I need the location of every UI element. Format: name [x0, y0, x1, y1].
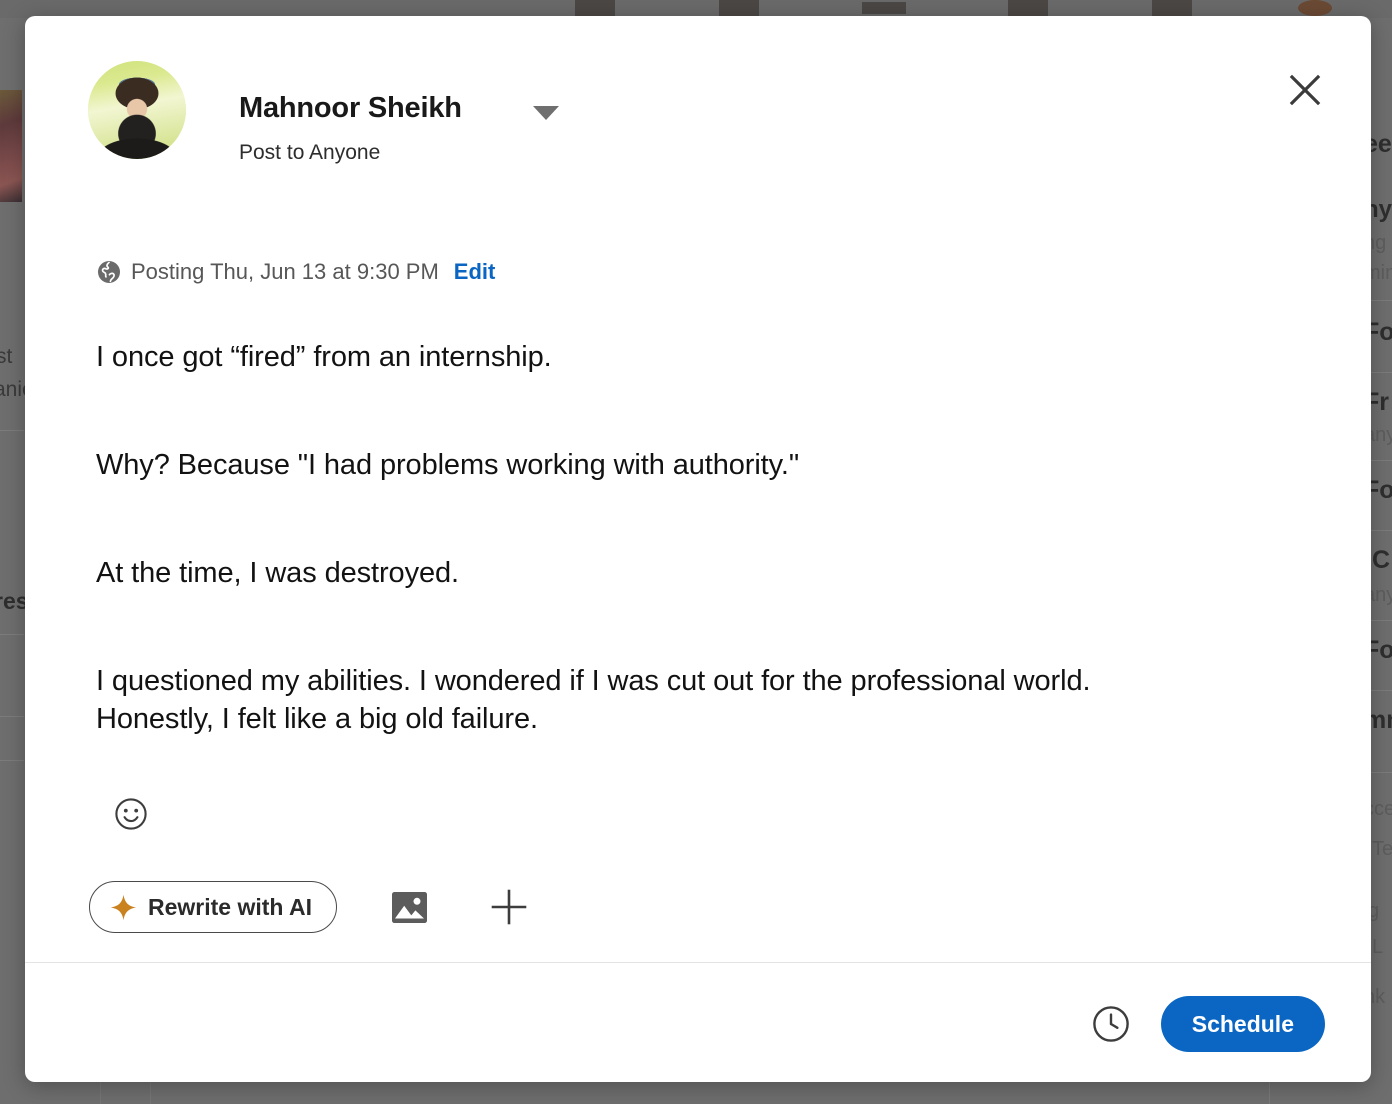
emoji-picker-button[interactable]: [113, 796, 149, 832]
plus-icon: [491, 889, 527, 925]
schedule-status-row: Posting Thu, Jun 13 at 9:30 PM Edit: [96, 259, 495, 285]
composer-toolbar: Rewrite with AI: [89, 881, 535, 933]
post-paragraph-spacer: [96, 484, 1326, 554]
author-name[interactable]: Mahnoor Sheikh: [239, 92, 462, 125]
post-visibility-label[interactable]: Post to Anyone: [239, 141, 380, 165]
clock-icon: [1092, 1006, 1129, 1042]
background-divider: [0, 716, 24, 717]
topbar-icon-home: [575, 0, 615, 16]
schedule-time-button[interactable]: [1089, 1002, 1133, 1046]
topbar-icon-profile: [1298, 0, 1332, 16]
post-paragraph: At the time, I was destroyed.: [96, 557, 459, 589]
add-image-button[interactable]: [383, 881, 435, 933]
post-paragraph-spacer: [96, 592, 1326, 662]
schedule-status-text: Posting Thu, Jun 13 at 9:30 PM: [131, 259, 439, 284]
post-text-editor[interactable]: I once got “fired” from an internship. W…: [96, 338, 1326, 764]
background-text-fragment: Te: [1372, 838, 1392, 860]
background-post-thumbnail: [0, 90, 22, 202]
footer-divider: [25, 962, 1371, 963]
globe-icon: [98, 261, 120, 283]
background-divider: [0, 430, 24, 431]
close-button[interactable]: [1277, 62, 1333, 118]
avatar-photo: [88, 61, 186, 159]
background-text-fragment: L: [1372, 936, 1384, 958]
add-content-button[interactable]: [483, 881, 535, 933]
sparkle-icon: [110, 894, 137, 920]
modal-header: Mahnoor Sheikh Post to Anyone: [25, 16, 1371, 196]
image-icon: [391, 891, 427, 923]
avatar[interactable]: [88, 61, 186, 159]
post-paragraph: Why? Because "I had problems working wit…: [96, 449, 800, 481]
post-paragraph: I questioned my abilities. I wondered if…: [96, 665, 1091, 697]
background-divider: [0, 634, 24, 635]
close-icon: [1289, 74, 1321, 106]
topbar-icon-jobs: [862, 2, 906, 14]
rewrite-with-ai-button[interactable]: Rewrite with AI: [89, 881, 337, 933]
background-divider: [0, 760, 24, 761]
modal-footer: Schedule: [1089, 996, 1325, 1052]
edit-schedule-link[interactable]: Edit: [454, 259, 496, 285]
topbar-icon-messaging: [1008, 0, 1048, 16]
post-paragraph-spacer: [96, 376, 1326, 446]
rewrite-with-ai-label: Rewrite with AI: [148, 893, 312, 920]
post-paragraph: I once got “fired” from an internship.: [96, 341, 552, 373]
topbar-icon-notifications: [1152, 0, 1192, 16]
chevron-down-icon[interactable]: [533, 106, 559, 120]
background-text-fragment: st: [0, 345, 13, 368]
schedule-button[interactable]: Schedule: [1160, 996, 1325, 1052]
share-post-modal: Mahnoor Sheikh Post to Anyone Posting Th…: [25, 16, 1371, 1082]
post-paragraph: Honestly, I felt like a big old failure.: [96, 703, 538, 735]
topbar-icon-network: [719, 0, 759, 16]
emoji-smiley-icon: [115, 798, 147, 830]
background-text-fragment: C: [1372, 546, 1391, 574]
